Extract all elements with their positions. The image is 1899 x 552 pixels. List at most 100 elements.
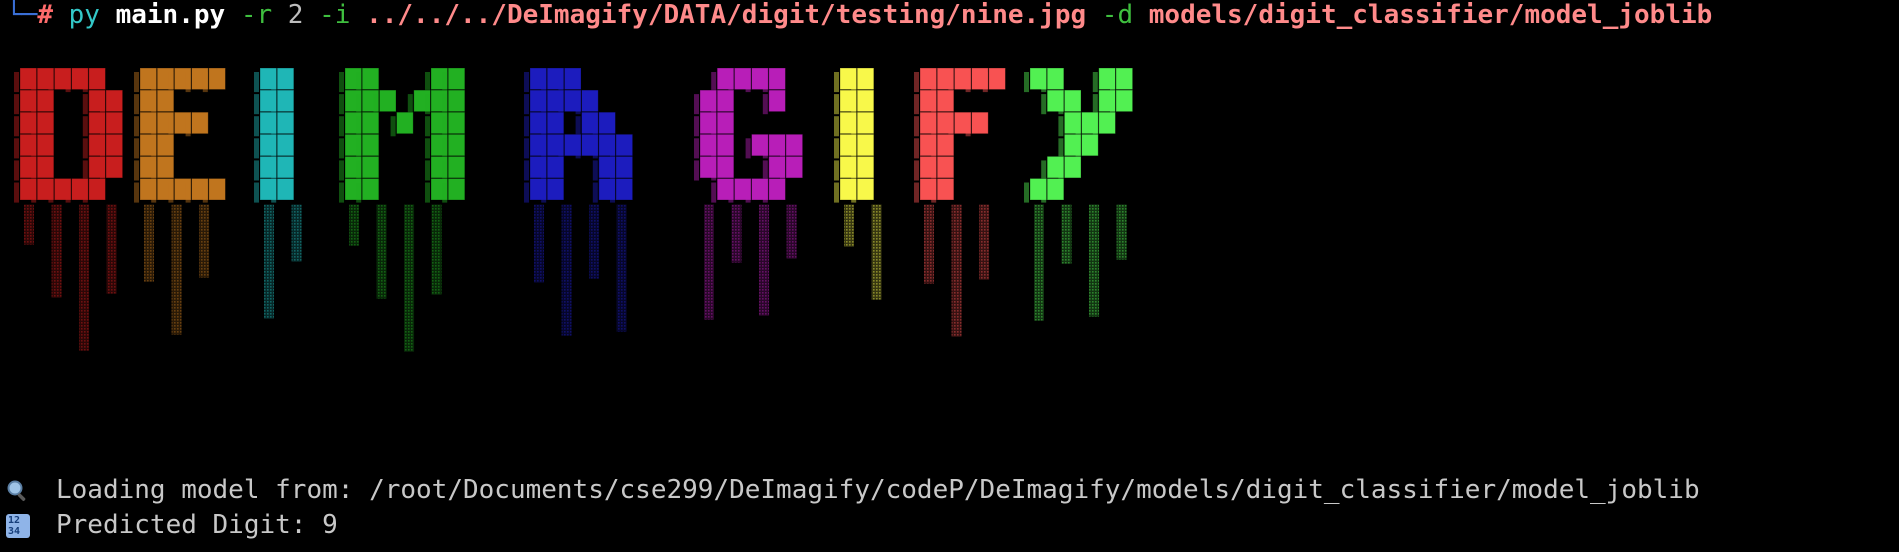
terminal-window[interactable]: └─# py main.py -r 2 -i ../../../DeImagif… xyxy=(0,0,1899,552)
image-path: ../../../DeImagify/DATA/digit/testing/ni… xyxy=(366,0,1087,30)
banner-shadow xyxy=(134,160,139,181)
banner-block xyxy=(988,68,1006,90)
banner-block xyxy=(106,112,123,134)
banner-block xyxy=(448,178,465,200)
banner-shadow xyxy=(524,138,529,159)
banner-block xyxy=(396,112,414,134)
banner-shadow xyxy=(948,72,954,93)
r-value: 2 xyxy=(287,0,304,30)
banner-block xyxy=(157,90,174,112)
banner-shadow xyxy=(931,138,937,159)
banner-block xyxy=(581,90,599,112)
banner-shadow xyxy=(834,72,839,93)
banner-shadow xyxy=(31,94,37,115)
banner-shadow xyxy=(271,138,277,159)
banner-shadow xyxy=(728,72,734,93)
banner-shadow xyxy=(575,116,581,137)
banner-shadow xyxy=(168,72,174,93)
banner-shadow xyxy=(931,72,937,93)
banner-shadow xyxy=(151,116,157,137)
banner-shadow xyxy=(851,72,857,93)
banner-shadow xyxy=(1041,94,1047,115)
banner-shadow xyxy=(48,72,54,93)
banner-shadow xyxy=(151,94,157,115)
banner-block xyxy=(362,112,379,134)
banner-block xyxy=(547,112,564,134)
banner-drip-texture xyxy=(534,204,544,283)
banner-shadow xyxy=(745,182,751,203)
prompt-hash: # xyxy=(37,0,53,30)
banner-shadow xyxy=(931,116,937,137)
banner-shadow xyxy=(914,94,919,115)
banner-shadow xyxy=(780,138,785,159)
banner-shadow xyxy=(711,182,717,203)
banner-shadow xyxy=(134,138,139,159)
banner-shadow xyxy=(575,138,581,159)
banner-block xyxy=(598,112,616,134)
banner-block xyxy=(37,90,54,112)
banner-drip-texture xyxy=(704,204,714,320)
banner-block xyxy=(37,156,54,178)
banner-drip-texture xyxy=(731,204,742,263)
banner-shadow xyxy=(151,138,157,159)
predict-label: Predicted Digit: xyxy=(56,510,307,540)
banner-shadow xyxy=(610,160,615,181)
banner-shadow xyxy=(339,160,344,181)
banner-shadow xyxy=(1024,182,1029,203)
banner-shadow xyxy=(694,160,699,181)
banner-block xyxy=(191,112,209,134)
banner-shadow xyxy=(31,138,37,159)
banner-block xyxy=(362,156,379,178)
banner-block xyxy=(448,68,465,90)
banner-shadow xyxy=(100,160,105,181)
banner-shadow xyxy=(14,138,19,159)
banner-block xyxy=(448,112,465,134)
banner-shadow xyxy=(541,72,547,93)
banner-shadow xyxy=(356,160,362,181)
banner-drip-texture xyxy=(404,204,415,352)
banner-drip-texture xyxy=(951,204,962,337)
banner-shadow xyxy=(151,72,157,93)
deimagify-ascii-banner xyxy=(14,67,1134,352)
banner-block xyxy=(768,90,786,112)
prediction-line: 12 34 Predicted Digit: 9 xyxy=(6,508,338,542)
banner-drip-texture xyxy=(349,204,359,246)
banner-block xyxy=(857,156,874,178)
banner-shadow xyxy=(524,72,529,93)
banner-shadow xyxy=(834,160,839,181)
banner-block xyxy=(786,156,803,178)
banner-block xyxy=(857,68,874,90)
banner-shadow xyxy=(82,138,88,159)
banner-shadow xyxy=(914,182,919,203)
banner-shadow xyxy=(134,116,139,137)
flag-r: -r xyxy=(240,0,273,30)
banner-shadow xyxy=(407,94,413,115)
banner-shadow xyxy=(1041,182,1047,203)
banner-shadow xyxy=(271,72,277,93)
input-numbers-icon: 12 34 xyxy=(6,513,30,538)
banner-shadow xyxy=(100,116,105,137)
banner-block xyxy=(857,134,874,156)
banner-shadow xyxy=(425,138,430,159)
banner-shadow xyxy=(185,182,191,203)
banner-shadow xyxy=(965,72,971,93)
command-name: py xyxy=(68,0,100,30)
banner-shadow xyxy=(982,72,988,93)
banner-shadow xyxy=(524,94,529,115)
banner-shadow xyxy=(914,138,919,159)
banner-shadow xyxy=(271,116,277,137)
banner-shadow xyxy=(1110,72,1115,93)
banner-shadow xyxy=(745,72,751,93)
banner-block xyxy=(448,134,465,156)
predict-value: 9 xyxy=(322,510,338,540)
banner-block xyxy=(277,134,294,156)
banner-shadow xyxy=(762,72,768,93)
flag-d: -d xyxy=(1101,0,1134,30)
banner-shadow xyxy=(931,94,937,115)
banner-shadow xyxy=(151,182,157,203)
banner-shadow xyxy=(592,182,598,203)
banner-shadow xyxy=(425,94,430,115)
banner-block xyxy=(379,90,396,112)
banner-shadow xyxy=(711,72,717,93)
banner-block xyxy=(717,90,734,112)
